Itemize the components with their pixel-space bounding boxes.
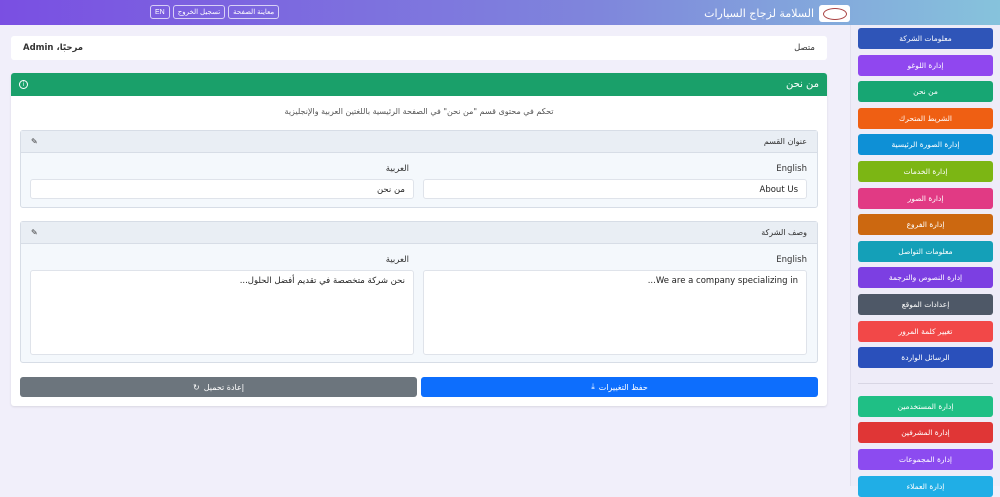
greeting: مرحبًا، Admin <box>23 43 84 53</box>
save-label: حفظ التغييرات <box>598 382 648 392</box>
sidebar-item[interactable]: معلومات التواصل <box>858 240 993 262</box>
section-heading: وصف الشركة <box>761 228 807 237</box>
arabic-label: العربية <box>385 255 409 265</box>
reload-button[interactable]: ↻ إعادة تحميل <box>20 377 417 397</box>
card-title: من نحن <box>786 79 819 90</box>
description-english-textarea[interactable]: We are a company specializing in... <box>423 270 807 355</box>
sidebar-divider <box>858 383 993 384</box>
logout-button[interactable]: تسجيل الخروج <box>172 5 226 19</box>
sidebar-item[interactable]: الرسائل الواردة <box>858 347 993 369</box>
edit-icon: ✎ <box>31 137 38 146</box>
sidebar-item[interactable]: الشريط المتحرك <box>858 107 993 129</box>
sidebar-item[interactable]: إعدادات الموقع <box>858 294 993 315</box>
section-heading: عنوان القسم <box>763 137 807 146</box>
card-description: تحكم في محتوى قسم "من نحن" في الصفحة الر… <box>284 107 554 116</box>
title-arabic-input[interactable]: من نحن <box>30 179 414 199</box>
top-bar: السلامة لزجاج السيارات EN تسجيل الخروج م… <box>0 0 1000 25</box>
logo-icon <box>819 5 850 22</box>
site-title: السلامة لزجاج السيارات <box>704 7 814 20</box>
sidebar-item[interactable]: إدارة النصوص والترجمة <box>858 267 993 289</box>
section-title-panel: عنوان القسم ✎ English العربية About Us من… <box>20 130 818 208</box>
welcome-bar: متصل مرحبًا، Admin <box>11 36 827 60</box>
brand[interactable]: السلامة لزجاج السيارات <box>704 5 850 22</box>
about-card: من نحن i تحكم في محتوى قسم "من نحن" في ا… <box>11 73 827 406</box>
sidebar-item[interactable]: من نحن <box>858 81 993 103</box>
sidebar-item[interactable]: إدارة الصورة الرئيسية <box>858 134 993 156</box>
save-icon: ⤓ <box>591 382 595 391</box>
save-button[interactable]: ⤓ حفظ التغييرات <box>421 377 818 397</box>
title-english-input[interactable]: About Us <box>423 179 807 199</box>
english-label: English <box>776 164 807 174</box>
preview-button[interactable]: معاينة الصفحة <box>228 5 280 19</box>
language-button[interactable]: EN <box>150 5 170 19</box>
refresh-icon: ↻ <box>193 382 200 392</box>
sidebar-item[interactable]: إدارة المشرفين <box>858 422 993 444</box>
sidebar-item[interactable]: إدارة اللوغو <box>858 54 993 76</box>
sidebar-item[interactable]: إدارة الصور <box>858 187 993 209</box>
info-icon[interactable]: i <box>19 80 28 89</box>
reload-label: إعادة تحميل <box>203 382 244 392</box>
edit-icon: ✎ <box>31 228 38 237</box>
english-label: English <box>776 255 807 265</box>
company-description-panel: وصف الشركة ✎ English العربية We are a com… <box>20 221 818 363</box>
sidebar-item[interactable]: معلومات الشركة <box>858 28 993 49</box>
sidebar-item[interactable]: إدارة العملاء <box>858 475 993 497</box>
sidebar: معلومات الشركة إدارة اللوغو من نحن الشريط ا… <box>850 25 1000 497</box>
sidebar-item[interactable]: تغيير كلمة المرور <box>858 320 993 342</box>
sidebar-item[interactable]: إدارة الفروع <box>858 214 993 236</box>
sidebar-item[interactable]: إدارة المستخدمين <box>858 395 993 417</box>
status-text: متصل <box>794 43 815 53</box>
sidebar-item[interactable]: إدارة الخدمات <box>858 161 993 182</box>
arabic-label: العربية <box>385 164 409 174</box>
sidebar-item[interactable]: إدارة المجموعات <box>858 449 993 470</box>
description-arabic-textarea[interactable]: نحن شركة متخصصة في تقديم أفضل الحلول... <box>30 270 414 355</box>
